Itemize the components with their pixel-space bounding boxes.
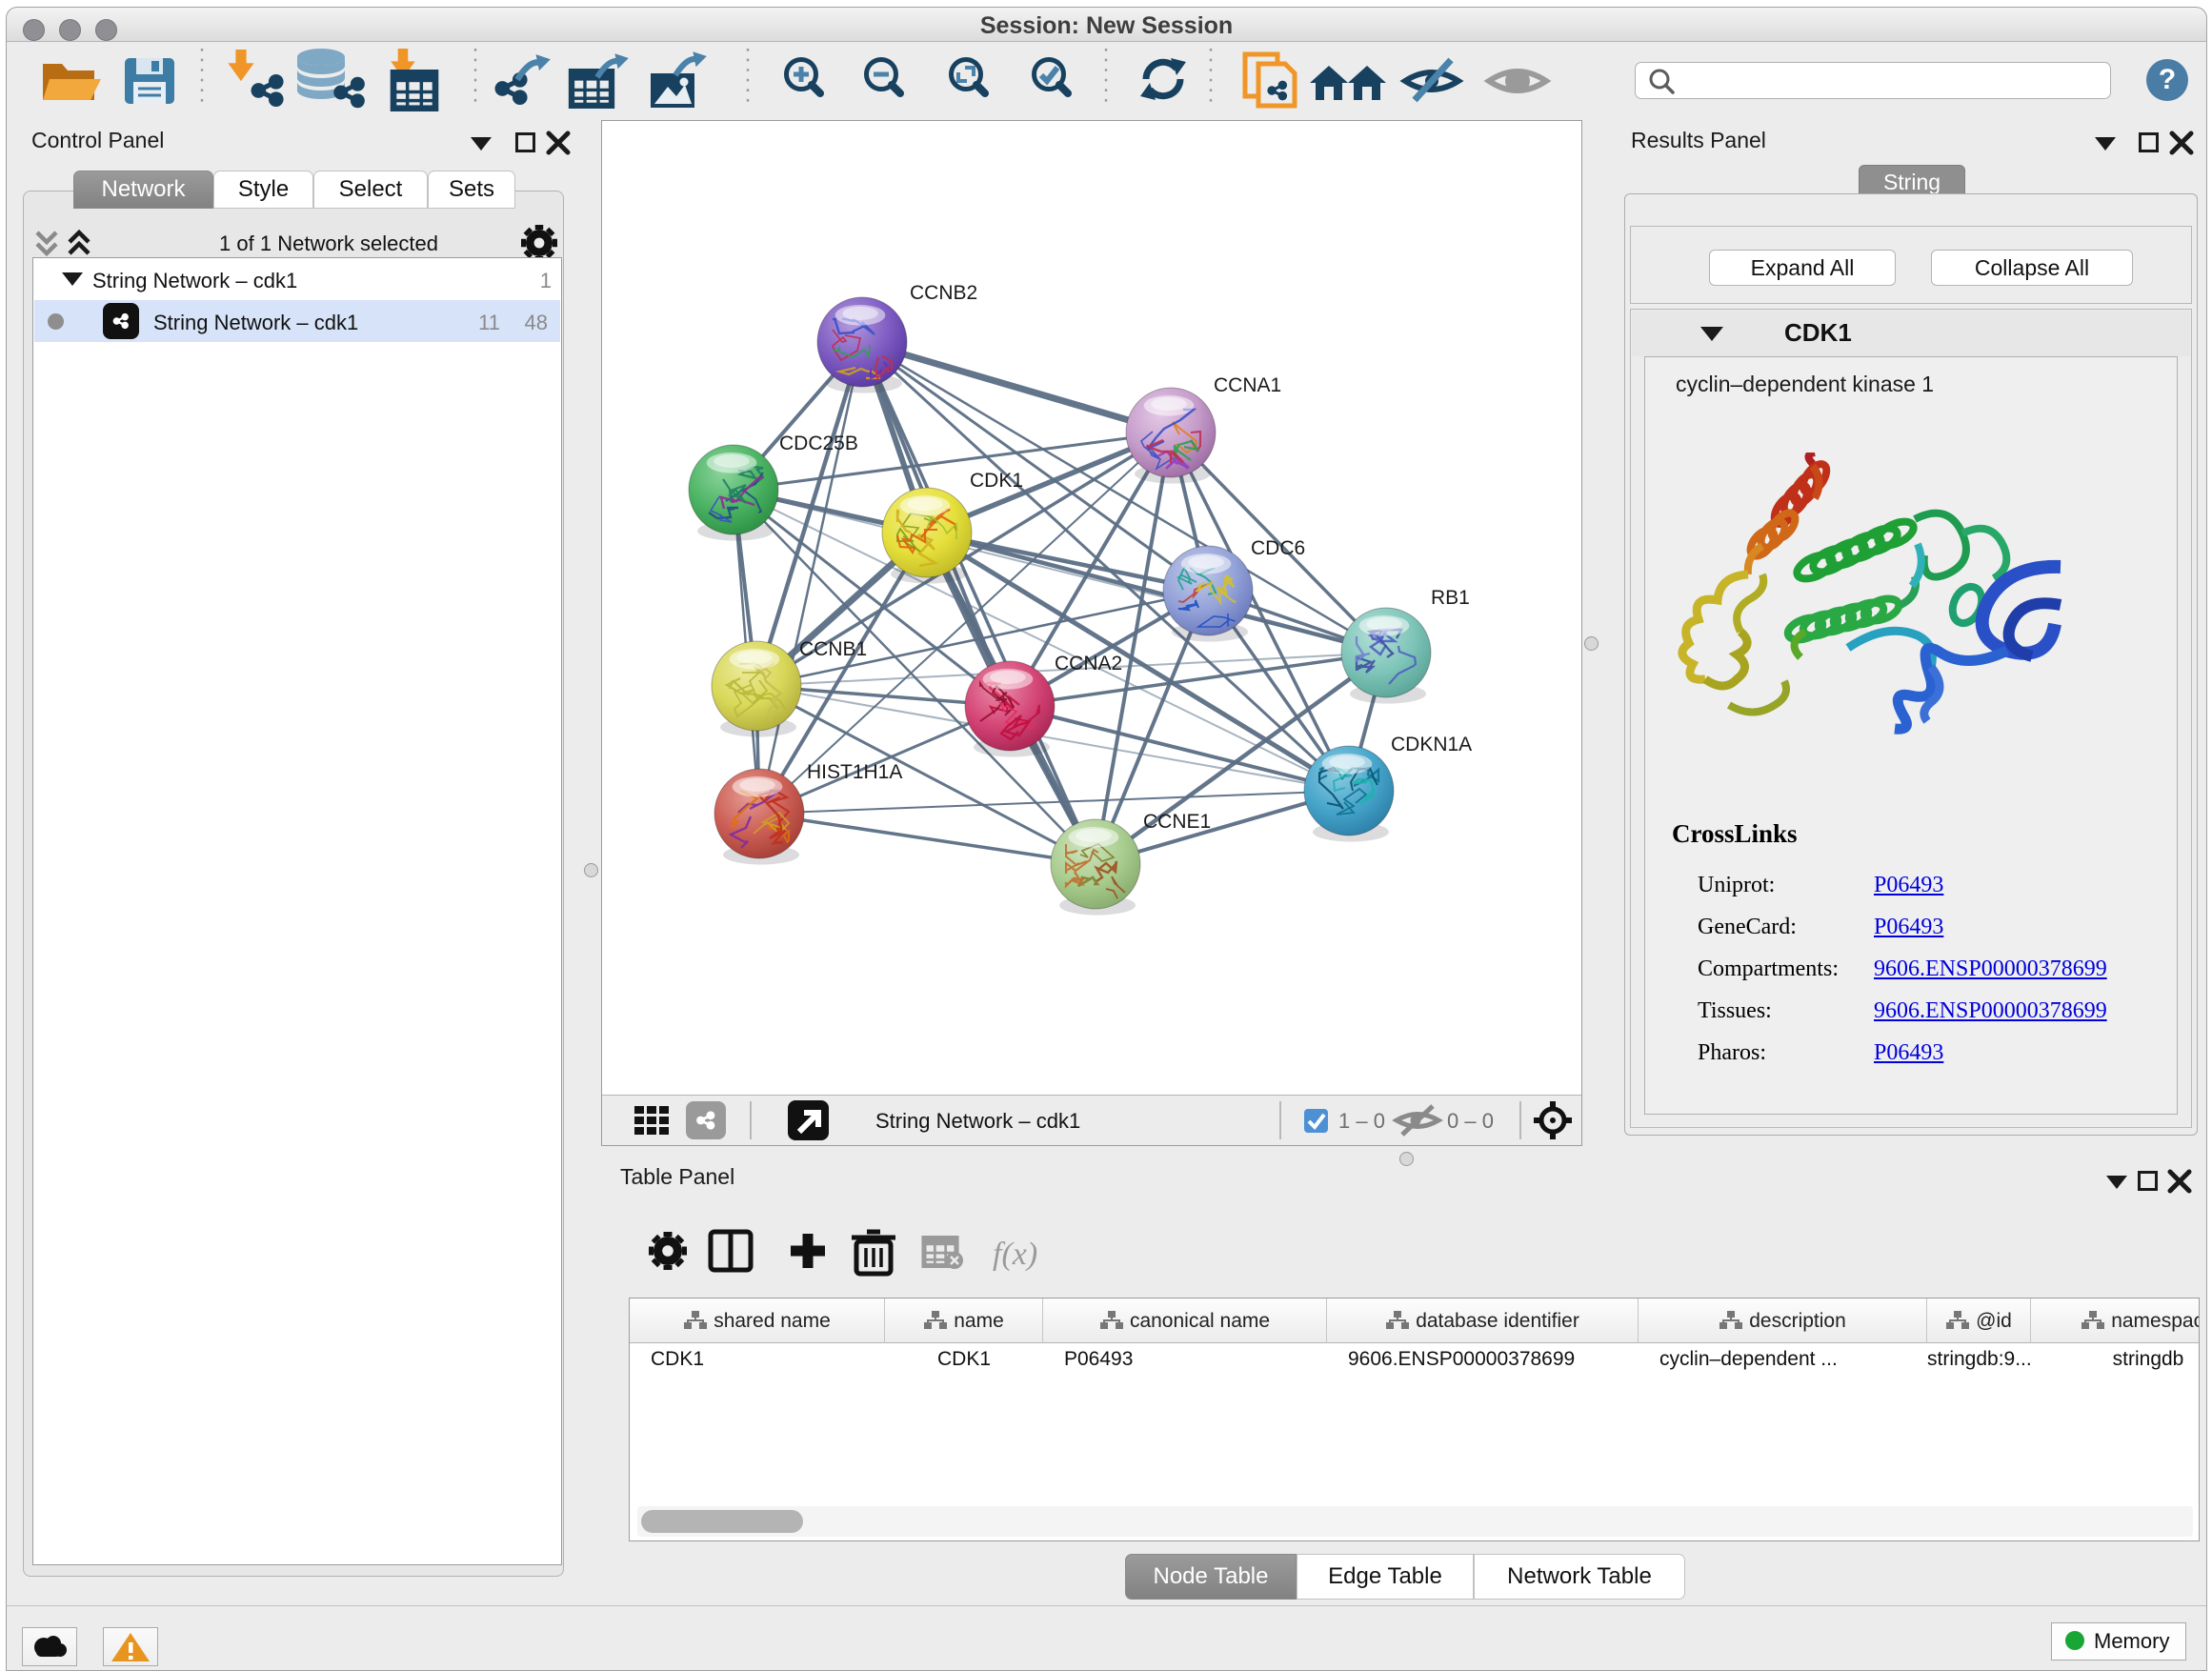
svg-text:CCNA1: CCNA1 (1214, 374, 1281, 396)
svg-text:HIST1H1A: HIST1H1A (807, 761, 902, 783)
svg-text:1 – 0: 1 – 0 (1338, 1109, 1385, 1133)
svg-text:CCNB1: CCNB1 (799, 638, 867, 660)
svg-text:CCNB2: CCNB2 (910, 282, 977, 304)
svg-text:CCNA2: CCNA2 (1055, 653, 1122, 674)
svg-text:CDKN1A: CDKN1A (1391, 734, 1472, 755)
svg-text:CDC6: CDC6 (1251, 537, 1305, 559)
svg-text:CDC25B: CDC25B (779, 433, 858, 454)
svg-text:CCNE1: CCNE1 (1143, 811, 1211, 833)
svg-text:CDK1: CDK1 (970, 470, 1023, 492)
svg-text:String Network – cdk1: String Network – cdk1 (875, 1109, 1080, 1133)
svg-text:0 – 0: 0 – 0 (1447, 1109, 1494, 1133)
svg-text:RB1: RB1 (1431, 587, 1470, 609)
svg-text:f(x): f(x) (993, 1237, 1037, 1272)
